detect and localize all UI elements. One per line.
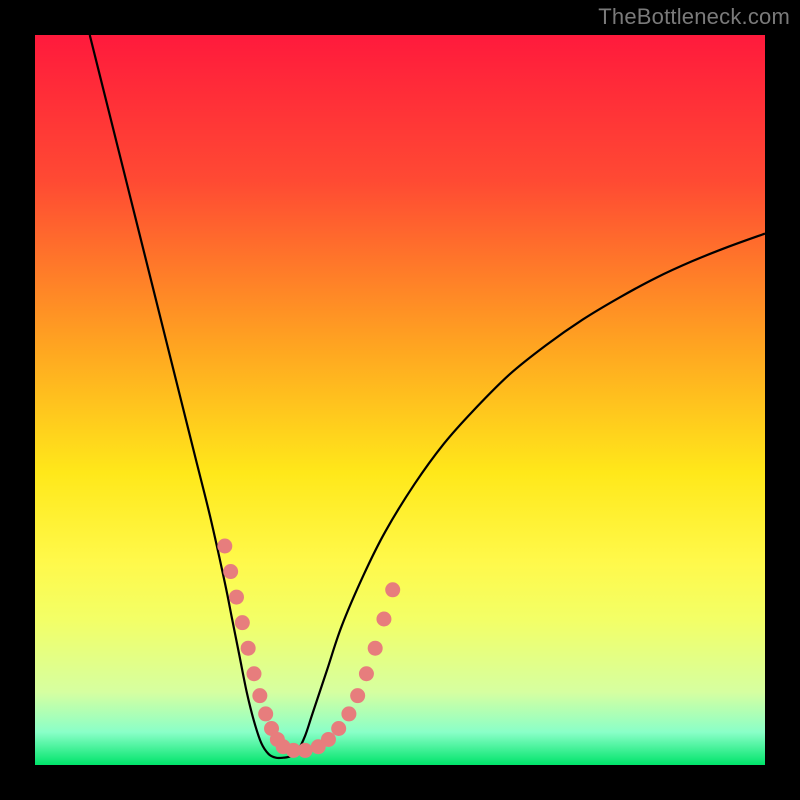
marker-dot <box>350 688 365 703</box>
marker-dot <box>359 666 374 681</box>
marker-dot <box>341 706 356 721</box>
chart-frame: { "watermark": "TheBottleneck.com", "plo… <box>0 0 800 800</box>
marker-dot <box>331 721 346 736</box>
marker-dot <box>247 666 262 681</box>
marker-dot <box>252 688 267 703</box>
marker-dot <box>298 743 313 758</box>
marker-dot <box>258 706 273 721</box>
marker-dot <box>217 539 232 554</box>
marker-dot <box>235 615 250 630</box>
marker-dot <box>223 564 238 579</box>
marker-dot <box>321 732 336 747</box>
marker-dot <box>385 582 400 597</box>
marker-dot <box>241 641 256 656</box>
marker-dot <box>376 612 391 627</box>
gradient-background <box>35 35 765 765</box>
bottleneck-chart <box>0 0 800 800</box>
marker-dot <box>229 590 244 605</box>
marker-dot <box>368 641 383 656</box>
